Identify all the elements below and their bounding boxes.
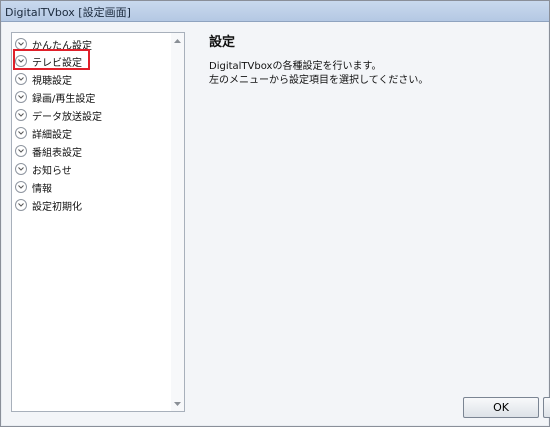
- menu-item-label: 詳細設定: [32, 129, 72, 141]
- chevron-down-circle-icon: [15, 38, 27, 50]
- menu-item-oshirase[interactable]: お知らせ: [15, 161, 165, 177]
- chevron-down-circle-icon: [15, 127, 27, 139]
- scroll-down-arrow-icon[interactable]: [173, 399, 182, 408]
- menu-item-data-housou-settei[interactable]: データ放送設定: [15, 107, 165, 123]
- chevron-down-circle-icon: [15, 73, 27, 85]
- menu-item-label: お知らせ: [32, 165, 72, 177]
- menu-item-label: かんたん設定: [32, 40, 92, 52]
- menu-item-label: データ放送設定: [32, 111, 102, 123]
- menu-item-settei-shokika[interactable]: 設定初期化: [15, 197, 165, 213]
- menu-scrollbar[interactable]: [171, 33, 184, 411]
- menu-item-bangumihyou-settei[interactable]: 番組表設定: [15, 143, 165, 159]
- menu-item-shichou-settei[interactable]: 視聴設定: [15, 71, 165, 87]
- scroll-up-arrow-icon[interactable]: [173, 36, 182, 45]
- chevron-down-circle-icon: [15, 163, 27, 175]
- chevron-down-circle-icon: [15, 109, 27, 121]
- menu-item-jouhou[interactable]: 情報: [15, 179, 165, 195]
- chevron-down-circle-icon: [15, 91, 27, 103]
- menu-item-shousai-settei[interactable]: 詳細設定: [15, 125, 165, 141]
- menu-item-label: 視聴設定: [32, 75, 72, 87]
- window-title: DigitalTVbox [設定画面]: [5, 6, 131, 19]
- menu-item-kantan-settei[interactable]: かんたん設定: [15, 36, 165, 52]
- menu-item-rokuga-saisei-settei[interactable]: 録画/再生設定: [15, 89, 165, 105]
- window-client-area: かんたん設定 テレビ設定 視聴設定 録画/再生設定 データ放送設定 詳細設定 番…: [2, 22, 550, 425]
- chevron-down-circle-icon: [15, 181, 27, 193]
- menu-item-label: テレビ設定: [32, 57, 82, 69]
- title-bar[interactable]: DigitalTVbox [設定画面]: [1, 1, 549, 22]
- chevron-down-circle-icon: [15, 199, 27, 211]
- menu-item-terebi-settei[interactable]: テレビ設定: [15, 53, 165, 69]
- ok-button[interactable]: OK: [463, 397, 539, 418]
- page-heading: 設定: [209, 35, 236, 50]
- description-line-1: DigitalTVboxの各種設定を行います。: [209, 61, 382, 72]
- menu-item-label: 情報: [32, 183, 52, 195]
- menu-item-label: 番組表設定: [32, 147, 82, 159]
- menu-item-label: 録画/再生設定: [32, 93, 96, 105]
- menu-item-label: 設定初期化: [32, 201, 82, 213]
- settings-window: DigitalTVbox [設定画面] かんたん設定 テレビ設定 視聴設定 録画…: [0, 0, 550, 427]
- chevron-down-circle-icon: [15, 55, 27, 67]
- settings-menu-panel: かんたん設定 テレビ設定 視聴設定 録画/再生設定 データ放送設定 詳細設定 番…: [11, 32, 185, 412]
- partially-visible-button[interactable]: [543, 397, 550, 418]
- description-line-2: 左のメニューから設定項目を選択してください。: [209, 75, 429, 86]
- chevron-down-circle-icon: [15, 145, 27, 157]
